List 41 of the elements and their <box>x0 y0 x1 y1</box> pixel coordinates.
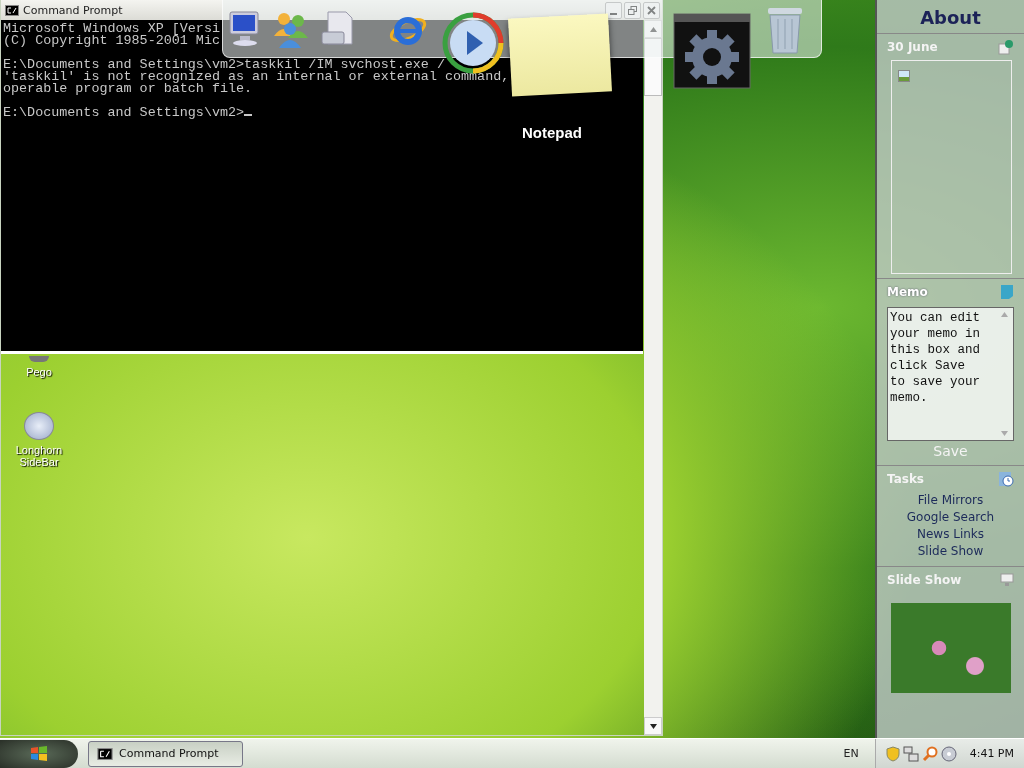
scrollbar[interactable] <box>644 20 662 735</box>
memo-text-area[interactable]: You can edit your memo in this box and click Save to save your memo. <box>887 307 1014 441</box>
picture-icon[interactable] <box>898 70 910 82</box>
sidebar-title[interactable]: About <box>877 0 1024 34</box>
network-icon[interactable] <box>902 745 919 762</box>
clock-icon[interactable] <box>998 471 1014 487</box>
up-arrow-icon[interactable] <box>649 26 657 32</box>
slide-show-heading: Slide Show <box>887 573 962 587</box>
task-link[interactable]: Slide Show <box>917 543 984 560</box>
monitor-icon[interactable] <box>1000 573 1014 587</box>
language-indicator[interactable]: EN <box>843 747 859 760</box>
task-link[interactable]: File Mirrors <box>917 492 984 509</box>
start-button[interactable] <box>0 739 78 768</box>
calendar-icon[interactable] <box>998 39 1014 55</box>
memo-heading: Memo <box>887 285 928 299</box>
windows-logo-icon <box>30 744 48 763</box>
restore-button[interactable] <box>624 2 641 19</box>
console-icon <box>97 747 113 760</box>
clock[interactable]: 4:41 PM <box>969 747 1014 760</box>
magnifier-icon[interactable] <box>921 745 938 762</box>
task-link[interactable]: News Links <box>916 526 985 543</box>
restore-icon <box>628 6 637 15</box>
minimize-icon <box>610 12 617 15</box>
date-heading: 30 June <box>887 40 938 54</box>
console-icon <box>5 4 19 16</box>
program-icon[interactable] <box>29 356 49 362</box>
tasks-heading: Tasks <box>887 472 924 486</box>
down-arrow-icon[interactable] <box>649 723 657 729</box>
minimize-button[interactable] <box>605 2 622 19</box>
up-arrow-icon[interactable] <box>1001 312 1008 317</box>
sticky-note-icon[interactable] <box>508 13 612 97</box>
dock-label: Notepad <box>522 124 582 141</box>
close-button[interactable] <box>643 2 660 19</box>
shield-icon[interactable] <box>885 745 900 762</box>
scrollbar-thumb[interactable] <box>644 38 662 96</box>
window-title: Command Prompt <box>23 3 123 17</box>
close-icon <box>647 6 656 15</box>
gear-icon[interactable] <box>673 13 751 89</box>
disc-icon[interactable] <box>940 745 957 762</box>
task-link[interactable]: Google Search <box>906 509 995 526</box>
taskbar-button[interactable]: Command Prompt <box>88 740 243 767</box>
